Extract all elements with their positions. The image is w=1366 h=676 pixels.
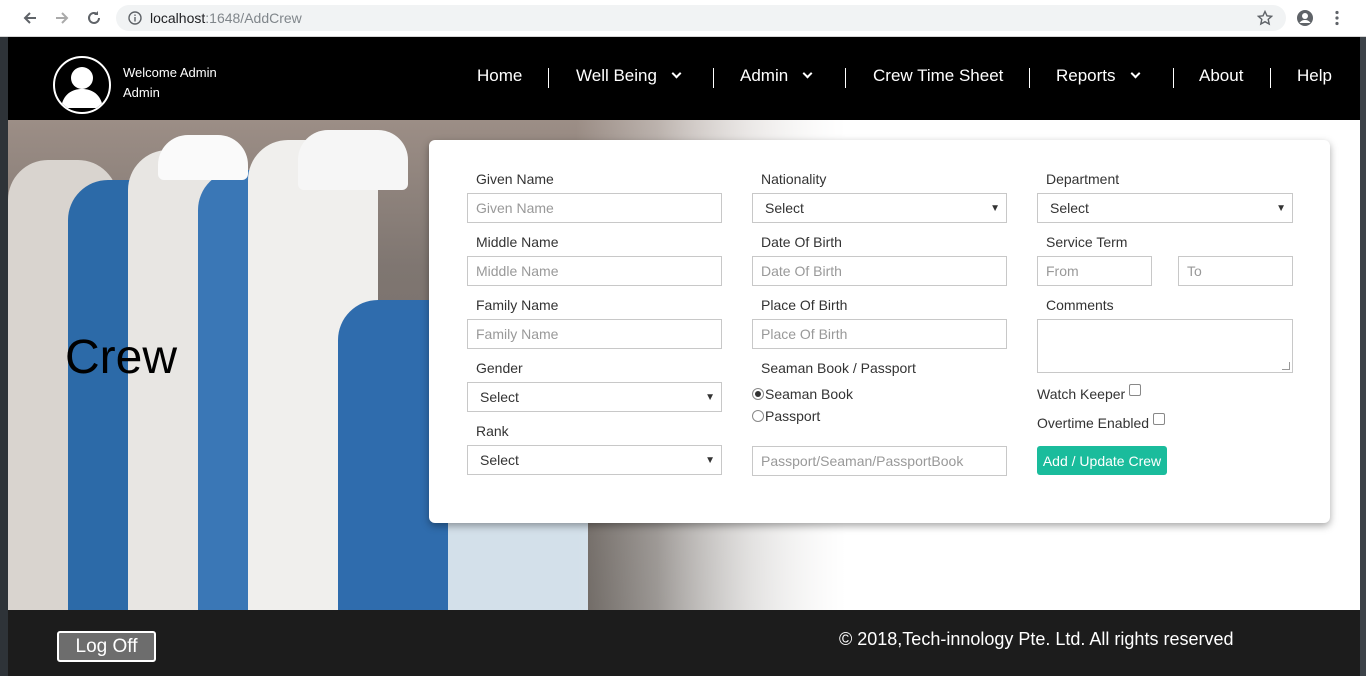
resize-grip-icon[interactable] <box>1282 362 1290 370</box>
url-host: localhost <box>150 10 206 26</box>
nav-crew-time-sheet[interactable]: Crew Time Sheet <box>873 66 1003 86</box>
service-term-to-input[interactable]: To <box>1178 256 1293 286</box>
comments-textarea[interactable] <box>1037 319 1293 373</box>
nav-about[interactable]: About <box>1199 66 1243 86</box>
nav-divider <box>1270 68 1271 88</box>
page-title: Crew <box>65 331 178 384</box>
nav-help[interactable]: Help <box>1297 66 1332 86</box>
welcome-text: Welcome Admin <box>123 65 217 80</box>
welcome-block: Welcome Admin Admin <box>123 63 217 103</box>
nav-divider <box>713 68 714 88</box>
browser-toolbar: localhost:1648/AddCrew <box>0 0 1366 37</box>
family-name-input[interactable]: Family Name <box>467 319 722 349</box>
radio-button-checked[interactable] <box>752 388 764 400</box>
service-term-label: Service Term <box>1046 234 1128 250</box>
nav-well-being-label: Well Being <box>576 66 657 85</box>
chevron-down-icon <box>1130 68 1140 79</box>
nationality-select-value: Select <box>765 200 804 216</box>
nav-divider <box>548 68 549 88</box>
overtime-enabled-checkbox[interactable] <box>1153 413 1166 425</box>
dropdown-arrow-icon: ▼ <box>705 455 715 466</box>
date-of-birth-input[interactable]: Date Of Birth <box>752 256 1007 286</box>
nav-admin-label: Admin <box>740 66 789 85</box>
profile-icon[interactable] <box>1294 8 1316 28</box>
reload-icon[interactable] <box>83 8 105 28</box>
window-edge-right <box>1360 37 1366 676</box>
watch-keeper-checkbox[interactable] <box>1129 384 1142 396</box>
place-of-birth-input[interactable]: Place Of Birth <box>752 319 1007 349</box>
watch-keeper-label: Watch Keeper <box>1037 386 1126 402</box>
dropdown-arrow-icon: ▼ <box>990 203 1000 214</box>
given-name-label: Given Name <box>476 171 554 187</box>
middle-name-label: Middle Name <box>476 234 559 250</box>
chevron-down-icon <box>671 68 682 79</box>
nationality-select[interactable]: Select ▼ <box>752 193 1007 223</box>
nationality-label: Nationality <box>761 171 827 187</box>
dropdown-arrow-icon: ▼ <box>1276 203 1286 214</box>
nav-reports[interactable]: Reports <box>1056 66 1140 86</box>
user-avatar-icon[interactable] <box>53 56 111 114</box>
comments-label: Comments <box>1046 297 1114 313</box>
rank-select[interactable]: Select ▼ <box>467 445 722 475</box>
add-update-crew-button[interactable]: Add / Update Crew <box>1037 446 1167 475</box>
app-header: Welcome Admin Admin Home Well Being Admi… <box>8 37 1360 120</box>
gender-label: Gender <box>476 360 523 376</box>
department-select-value: Select <box>1050 200 1089 216</box>
overtime-enabled-label: Overtime Enabled <box>1037 415 1150 431</box>
middle-name-input[interactable]: Middle Name <box>467 256 722 286</box>
nav-admin[interactable]: Admin <box>740 66 813 86</box>
radio-passport-label: Passport <box>765 408 821 424</box>
document-number-input[interactable]: Passport/Seaman/PassportBook <box>752 446 1007 476</box>
overtime-enabled-row: Overtime Enabled <box>1037 413 1166 431</box>
more-menu-icon[interactable] <box>1326 8 1348 28</box>
user-role: Admin <box>123 85 160 100</box>
url-path: :1648/AddCrew <box>205 10 302 26</box>
nav-divider <box>1029 68 1030 88</box>
bookmark-star-icon[interactable] <box>1254 8 1276 28</box>
url-text: localhost:1648/AddCrew <box>150 10 302 26</box>
family-name-label: Family Name <box>476 297 559 313</box>
watch-keeper-row: Watch Keeper <box>1037 384 1142 402</box>
nav-home-label: Home <box>477 66 523 85</box>
document-type-label: Seaman Book / Passport <box>761 360 916 376</box>
nav-well-being[interactable]: Well Being <box>576 66 682 86</box>
gender-select[interactable]: Select ▼ <box>467 382 722 412</box>
date-of-birth-label: Date Of Birth <box>761 234 842 250</box>
gender-select-value: Select <box>480 389 519 405</box>
radio-seaman-book[interactable]: Seaman Book <box>752 386 853 402</box>
nav-about-label: About <box>1199 66 1244 85</box>
log-off-button[interactable]: Log Off <box>57 631 156 662</box>
radio-seaman-book-label: Seaman Book <box>765 386 853 402</box>
place-of-birth-label: Place Of Birth <box>761 297 848 313</box>
department-label: Department <box>1046 171 1120 187</box>
department-select[interactable]: Select ▼ <box>1037 193 1293 223</box>
forward-arrow-icon[interactable] <box>51 8 73 28</box>
chevron-down-icon <box>802 68 813 79</box>
dropdown-arrow-icon: ▼ <box>705 392 715 403</box>
nav-help-label: Help <box>1297 66 1332 85</box>
rank-select-value: Select <box>480 452 519 468</box>
info-icon[interactable] <box>124 8 146 28</box>
nav-home[interactable]: Home <box>477 66 522 86</box>
nav-divider <box>845 68 846 88</box>
nav-crew-time-sheet-label: Crew Time Sheet <box>873 66 1004 85</box>
radio-passport[interactable]: Passport <box>752 408 820 424</box>
rank-label: Rank <box>476 423 509 439</box>
nav-reports-label: Reports <box>1056 66 1116 85</box>
window-edge-left <box>0 37 8 676</box>
given-name-input[interactable]: Given Name <box>467 193 722 223</box>
copyright-text: © 2018,Tech-innology Pte. Ltd. All right… <box>839 629 1234 649</box>
nav-divider <box>1173 68 1174 88</box>
radio-button[interactable] <box>752 410 764 422</box>
back-arrow-icon[interactable] <box>19 8 41 28</box>
service-term-from-input[interactable]: From <box>1037 256 1152 286</box>
